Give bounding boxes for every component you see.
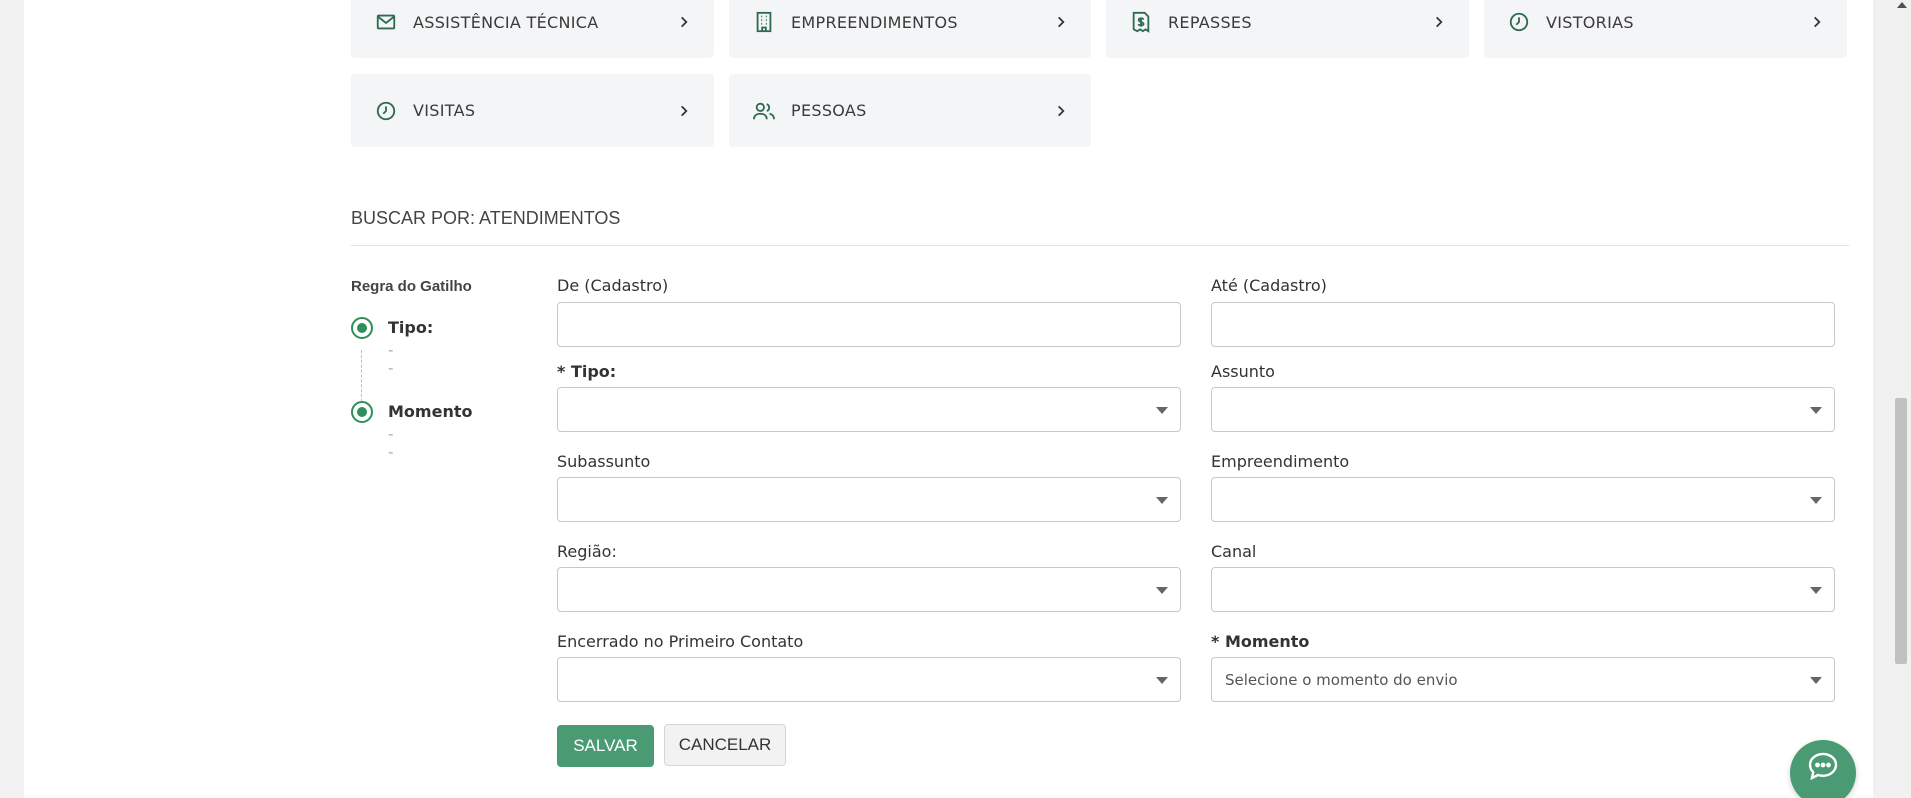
step-name: Momento xyxy=(388,402,473,421)
category-label: EMPREENDIMENTOS xyxy=(791,12,958,32)
category-label: PESSOAS xyxy=(791,101,867,120)
clock-icon xyxy=(1506,9,1532,35)
ate-cadastro-label: Até (Cadastro) xyxy=(1211,276,1327,295)
category-label: REPASSES xyxy=(1168,12,1252,32)
de-cadastro-label: De (Cadastro) xyxy=(557,276,669,295)
chevron-right-icon xyxy=(1809,14,1825,30)
scroll-thumb[interactable] xyxy=(1895,398,1907,664)
section-title: BUSCAR POR: ATENDIMENTOS xyxy=(351,208,621,228)
empreendimento-label: Empreendimento xyxy=(1211,452,1350,471)
cancel-button[interactable]: CANCELAR xyxy=(664,724,786,766)
momento-select[interactable]: Selecione o momento do envio xyxy=(1211,657,1835,702)
ate-cadastro-input[interactable] xyxy=(1211,302,1835,347)
chevron-right-icon xyxy=(676,14,692,30)
assunto-select[interactable] xyxy=(1211,387,1835,432)
step-value: -- xyxy=(388,341,394,377)
users-icon xyxy=(751,98,777,124)
step-radio-icon xyxy=(351,317,373,339)
save-button[interactable]: SALVAR xyxy=(557,725,654,767)
building-icon xyxy=(751,9,777,35)
category-card-pessoas[interactable]: PESSOAS xyxy=(729,74,1091,147)
step-connector xyxy=(361,350,362,402)
category-card-empreendimentos[interactable]: EMPREENDIMENTOS xyxy=(729,0,1091,58)
step-name: Tipo: xyxy=(388,318,434,337)
category-card-repasses[interactable]: REPASSES xyxy=(1106,0,1469,58)
mail-icon xyxy=(373,9,399,35)
assunto-label: Assunto xyxy=(1211,362,1275,381)
category-card-vistorias[interactable]: VISTORIAS xyxy=(1484,0,1847,58)
step-radio-icon xyxy=(351,401,373,423)
category-label: VISTORIAS xyxy=(1546,12,1634,32)
canal-label: Canal xyxy=(1211,542,1257,561)
rule-title: Regra do Gatilho xyxy=(351,278,472,295)
chat-button[interactable] xyxy=(1790,740,1856,798)
tipo-select[interactable] xyxy=(557,387,1181,432)
category-label: VISITAS xyxy=(413,101,476,120)
divider xyxy=(351,245,1849,246)
scroll-up-arrow[interactable] xyxy=(1897,2,1907,8)
momento-label: * Momento xyxy=(1211,632,1310,651)
category-card-assistencia-tecnica[interactable]: ASSISTÊNCIA TÉCNICA xyxy=(351,0,714,58)
empreendimento-select[interactable] xyxy=(1211,477,1835,522)
chevron-right-icon xyxy=(1053,103,1069,119)
chevron-right-icon xyxy=(676,103,692,119)
step-value: -- xyxy=(388,425,394,461)
regiao-select[interactable] xyxy=(557,567,1181,612)
tipo-label: * Tipo: xyxy=(557,362,617,381)
chevron-right-icon xyxy=(1431,14,1447,30)
de-cadastro-input[interactable] xyxy=(557,302,1181,347)
category-card-visitas[interactable]: VISITAS xyxy=(351,74,714,147)
category-label: ASSISTÊNCIA TÉCNICA xyxy=(413,12,599,32)
encerrado-select[interactable] xyxy=(557,657,1181,702)
chevron-right-icon xyxy=(1053,14,1069,30)
subassunto-select[interactable] xyxy=(557,477,1181,522)
receipt-dollar-icon xyxy=(1128,9,1154,35)
regiao-label: Região: xyxy=(557,542,617,561)
clock-icon xyxy=(373,98,399,124)
scrollbar[interactable] xyxy=(1873,0,1911,798)
chat-bubble-icon xyxy=(1807,751,1839,781)
subassunto-label: Subassunto xyxy=(557,452,651,471)
canal-select[interactable] xyxy=(1211,567,1835,612)
encerrado-label: Encerrado no Primeiro Contato xyxy=(557,632,804,651)
